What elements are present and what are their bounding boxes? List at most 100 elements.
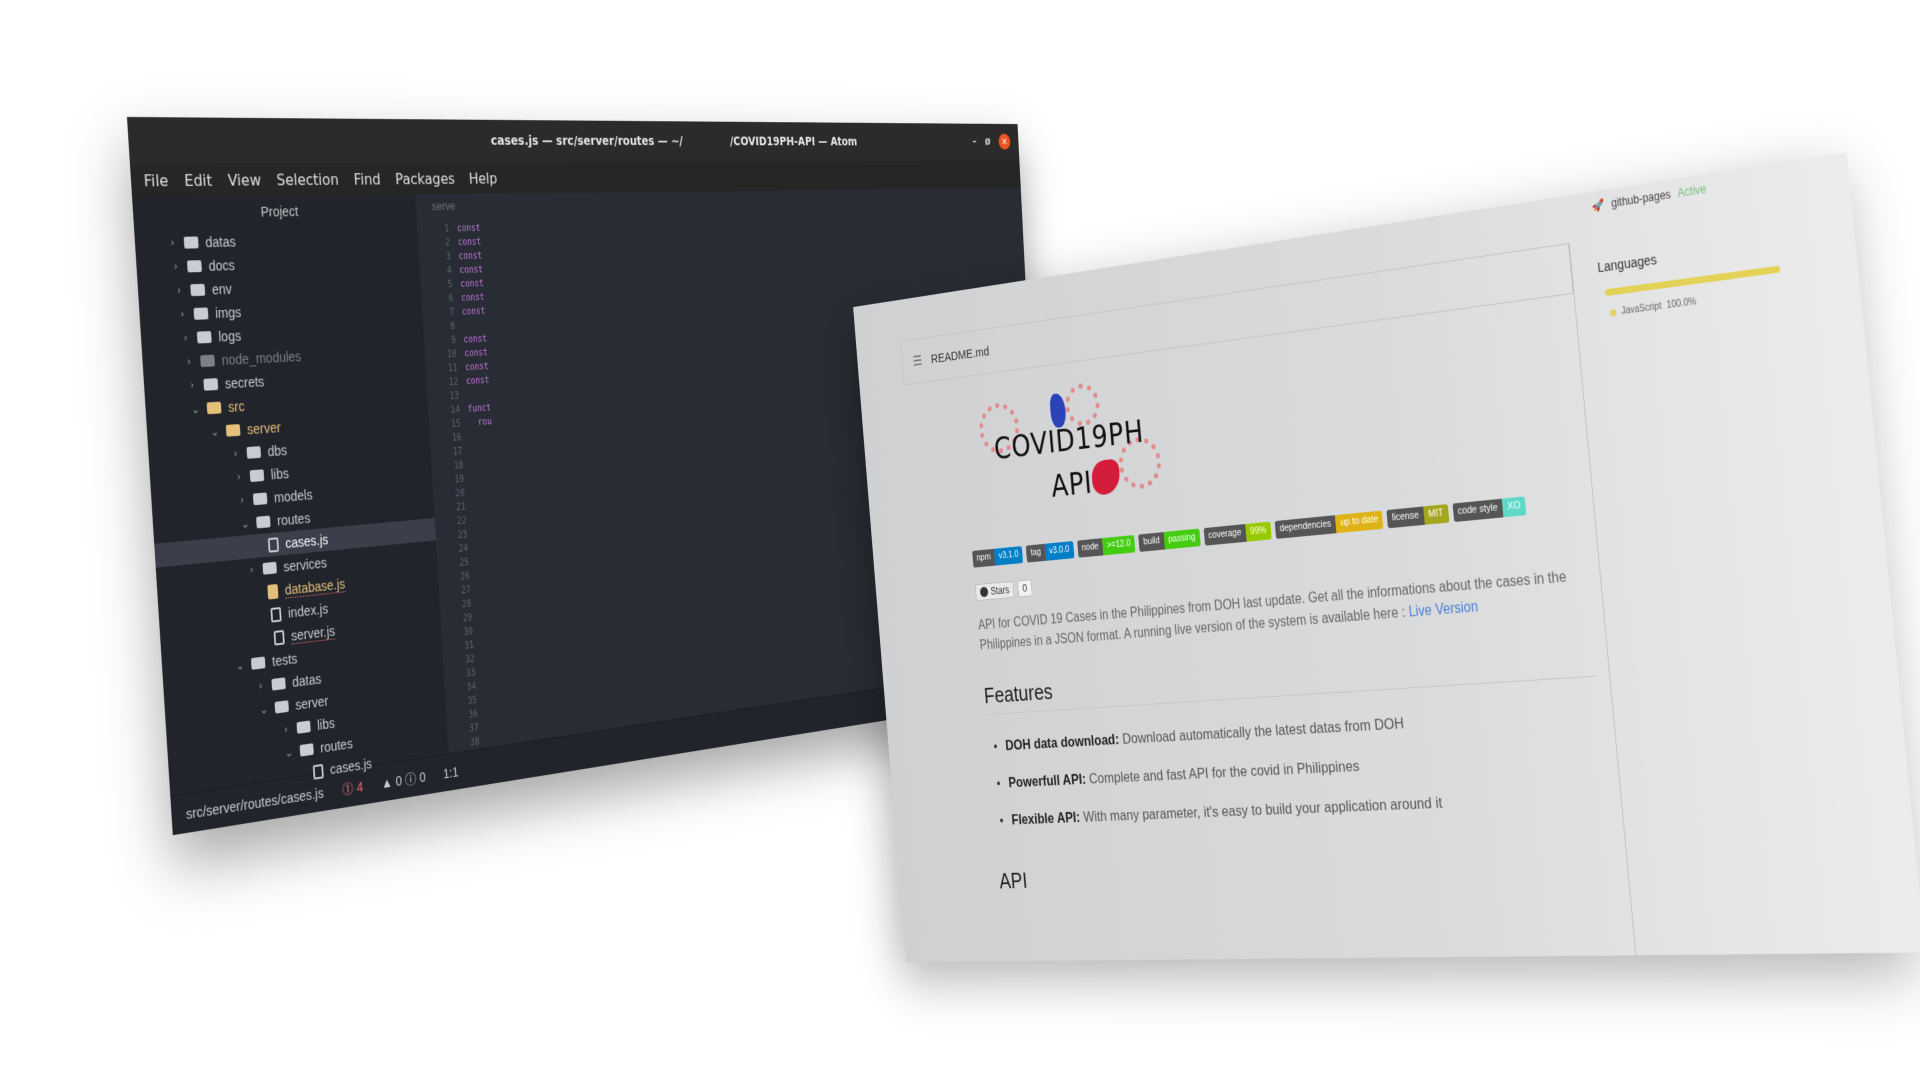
folder-icon xyxy=(186,260,202,273)
status-cursor-position[interactable]: 1:1 xyxy=(443,764,459,781)
covid19ph-logo: COVID19PH API xyxy=(977,370,1195,539)
feature-text: Download automatically the latest datas … xyxy=(1121,714,1405,748)
badge-dependencies[interactable]: dependencies up to date xyxy=(1274,510,1384,539)
stars-button[interactable]: Stars xyxy=(974,580,1015,602)
chevron-right-icon: › xyxy=(258,680,263,693)
folder-open-icon xyxy=(274,700,289,714)
environment-row[interactable]: 🚀 github-pages Active xyxy=(1591,182,1707,213)
file-icon xyxy=(312,763,324,780)
chevron-right-icon: › xyxy=(180,308,185,321)
file-icon xyxy=(270,606,282,623)
badge-node[interactable]: node >=12.0 xyxy=(1076,534,1136,558)
badge-coverage[interactable]: coverage 99% xyxy=(1203,521,1272,546)
warning-icon: ▲ xyxy=(380,773,393,791)
readme-filename: README.md xyxy=(930,343,990,367)
minimize-button[interactable]: – xyxy=(972,135,977,148)
code-text[interactable]: const const const const const const cons… xyxy=(457,222,493,431)
feature-item: Powerfull API: Complete and fast API for… xyxy=(1008,745,1610,792)
chevron-right-icon: › xyxy=(239,494,244,507)
github-stars: Stars 0 xyxy=(974,579,1033,602)
map-island-icon xyxy=(1090,458,1122,496)
api-heading: API xyxy=(998,867,1029,894)
folder-icon xyxy=(262,561,277,575)
title-bar: cases.js — src/server/routes — ~/ /COVID… xyxy=(126,116,1020,164)
repo-sidebar: 🚀 github-pages Active Languages JavaScri… xyxy=(1590,154,1916,955)
badge-build[interactable]: build passing xyxy=(1138,528,1201,552)
feature-item: Flexible API: With many parameter, it's … xyxy=(1011,787,1614,829)
badge-npm[interactable]: npm v3.1.0 xyxy=(972,546,1024,568)
deploy-name: github-pages xyxy=(1610,187,1672,210)
feature-text: With many parameter, it's easy to build … xyxy=(1082,793,1444,826)
menu-view[interactable]: View xyxy=(227,170,261,189)
status-errors[interactable]: ⓵ 4 xyxy=(341,777,363,799)
badge-tag[interactable]: tag v3.0.0 xyxy=(1025,541,1075,563)
chevron-down-icon: ⌄ xyxy=(210,425,220,439)
folder-icon xyxy=(246,446,262,459)
chevron-right-icon: › xyxy=(170,236,175,249)
menu-selection[interactable]: Selection xyxy=(276,170,339,189)
language-name: JavaScript xyxy=(1620,301,1662,317)
github-icon xyxy=(979,586,989,598)
file-icon xyxy=(273,629,285,646)
error-count: 4 xyxy=(356,778,364,795)
folder-icon xyxy=(252,492,268,506)
list-icon[interactable]: ☰ xyxy=(912,352,923,370)
info-icon: ⓘ xyxy=(404,770,417,787)
editor-tab[interactable]: serve xyxy=(416,193,1022,221)
stars-count[interactable]: 0 xyxy=(1017,579,1033,598)
description-text: API for COVID 19 Cases in the Philippine… xyxy=(977,569,1568,653)
language-item[interactable]: JavaScript 100.0% xyxy=(1610,297,1697,319)
file-icon xyxy=(267,536,280,553)
stars-label: Stars xyxy=(990,583,1010,598)
js-file-icon xyxy=(267,583,279,600)
chevron-right-icon: › xyxy=(236,471,241,484)
deploy-status: Active xyxy=(1676,182,1707,200)
feature-name: Flexible API: xyxy=(1010,808,1081,828)
folder-open-icon xyxy=(299,743,314,757)
chevron-right-icon: › xyxy=(233,447,238,460)
logo-subtitle: API xyxy=(1049,465,1094,505)
folder-open-icon xyxy=(250,656,266,670)
menu-packages[interactable]: Packages xyxy=(395,169,456,187)
feature-name: DOH data download: xyxy=(1004,730,1120,754)
project-tree: Project › datas › docs › env › imgs › logs › n… xyxy=(132,194,449,796)
menu-edit[interactable]: Edit xyxy=(184,170,213,189)
folder-icon xyxy=(193,307,209,320)
rocket-icon: 🚀 xyxy=(1591,197,1605,213)
folder-icon xyxy=(200,354,216,368)
language-percent: 100.0% xyxy=(1666,296,1697,312)
live-version-link[interactable]: Live Version xyxy=(1408,599,1479,620)
menu-help[interactable]: Help xyxy=(468,169,497,187)
chevron-right-icon: › xyxy=(283,723,288,736)
chevron-right-icon: › xyxy=(190,379,195,392)
window-title-file: cases.js — src/server/routes — ~/ xyxy=(490,133,684,149)
chevron-right-icon: › xyxy=(173,260,178,273)
language-dot-icon xyxy=(1610,309,1617,317)
folder-icon xyxy=(296,720,311,734)
warning-count: 0 xyxy=(395,772,403,789)
folder-open-icon xyxy=(206,401,222,415)
readme-description: API for COVID 19 Cases in the Philippine… xyxy=(977,563,1607,656)
chevron-down-icon: ⌄ xyxy=(240,517,250,531)
feature-item: DOH data download: Download automaticall… xyxy=(1005,703,1606,754)
maximize-button[interactable]: ø xyxy=(984,135,990,148)
chevron-down-icon: ⌄ xyxy=(235,659,245,673)
menu-find[interactable]: Find xyxy=(353,170,381,188)
feature-name: Powerfull API: xyxy=(1007,770,1087,791)
folder-open-icon xyxy=(256,515,271,529)
badge-code-style[interactable]: code style XO xyxy=(1452,496,1527,523)
readme-card: ☰ README.md COVID19PH API npm v3.1.0 tag v… xyxy=(900,242,1638,963)
close-button[interactable]: ✕ xyxy=(998,133,1011,150)
feature-text: Complete and fast API for the covid in P… xyxy=(1088,757,1361,787)
folder-icon xyxy=(249,469,265,483)
folder-icon xyxy=(203,378,219,391)
chevron-right-icon: › xyxy=(183,332,188,345)
badge-license[interactable]: license MIT xyxy=(1386,504,1450,529)
folder-open-icon xyxy=(225,424,241,437)
chevron-right-icon: › xyxy=(249,564,254,577)
menu-file[interactable]: File xyxy=(143,171,169,190)
screenshot-stage: cases.js — src/server/routes — ~/ /COVID… xyxy=(0,0,1920,1080)
window-title-project: /COVID19PH-API — Atom xyxy=(729,134,858,149)
chevron-right-icon: › xyxy=(186,355,191,368)
chevron-right-icon: › xyxy=(176,284,181,297)
